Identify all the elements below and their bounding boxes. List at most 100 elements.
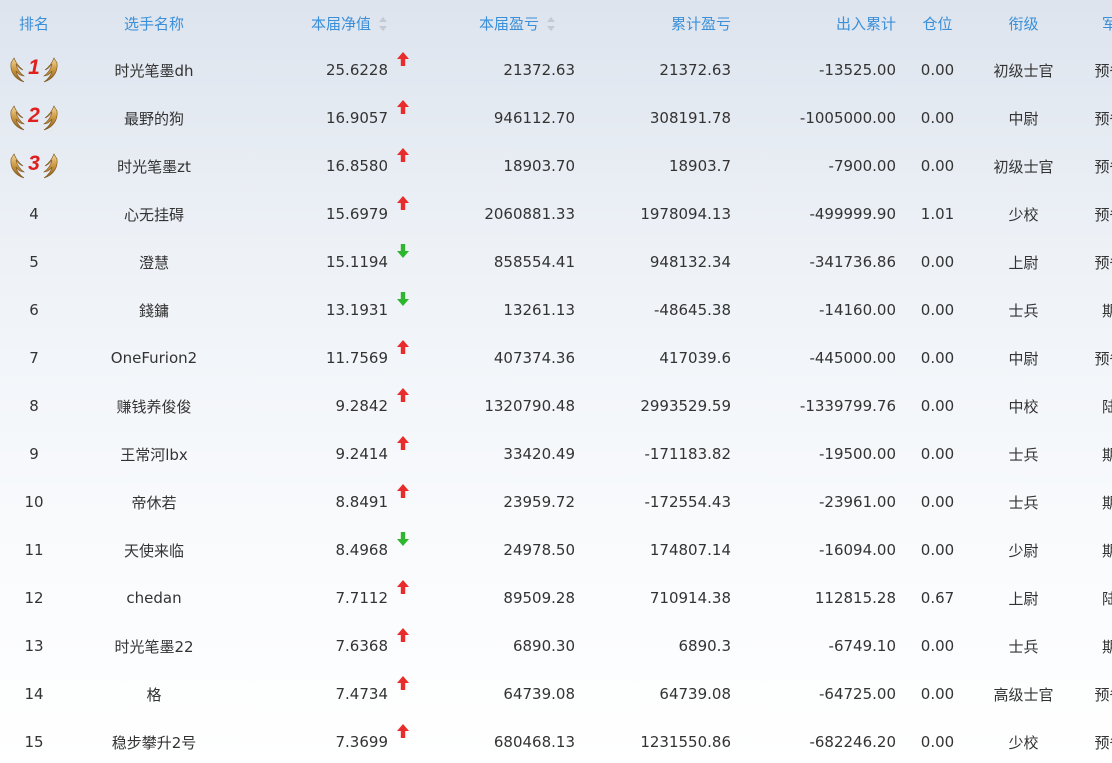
branch-cell: 期权	[1101, 445, 1112, 464]
up-arrow-icon	[397, 676, 409, 690]
table-row[interactable]: 14 格 7.4734 64739.08 64739.08 -64725.00 0.00 高级…	[0, 670, 1112, 718]
table-row[interactable]: 15 稳步攀升2号 7.3699 680468.13 1231550.86 -682246…	[0, 718, 1112, 763]
branch-cell: 期权	[1101, 493, 1112, 512]
cumulative-cell: -172554.43	[644, 493, 731, 511]
table-row[interactable]: 7 OneFurion2 11.7569 407374.36 417039.6 -4450…	[0, 334, 1112, 382]
table-row[interactable]: 10 帝休若 8.8491 23959.72 -172554.43 -23961.00 0.…	[0, 478, 1112, 526]
nav-value: 7.3699	[335, 733, 389, 751]
player-name[interactable]: 心无挂碍	[68, 190, 240, 238]
nav-value: 9.2414	[335, 445, 389, 463]
table-row[interactable]: 9 王常河lbx 9.2414 33420.49 -171183.82 -19500.00…	[0, 430, 1112, 478]
up-arrow-icon	[397, 724, 409, 738]
nav-value: 7.4734	[335, 685, 389, 703]
player-name[interactable]: 时光笔墨dh	[68, 46, 240, 94]
position-cell: 0.00	[920, 349, 955, 367]
title-cell: 上尉	[1008, 253, 1039, 272]
pnl-cell: 33420.49	[503, 445, 575, 463]
nav-cell: 16.9057	[240, 94, 410, 142]
rank-cell: 2	[0, 94, 68, 142]
nav-value-wrap: 9.2414	[335, 436, 409, 463]
rank-number: 3	[28, 152, 40, 175]
table-row[interactable]: 3 时光笔墨zt 16.8580 18903.70 18903.7 -7900.00 0.0…	[0, 142, 1112, 190]
player-name[interactable]: 帝休若	[68, 478, 240, 526]
table-header-row: 排名 选手名称 本届净值 本届盈亏 累计盈亏 出入累计 仓位 衔级 军种	[0, 0, 1112, 46]
player-name[interactable]: 天使来临	[68, 526, 240, 574]
up-arrow-icon	[397, 388, 409, 402]
rank-number: 1	[28, 56, 40, 79]
nav-value: 25.6228	[325, 61, 388, 79]
flow-cell: -19500.00	[819, 445, 896, 463]
pnl-cell: 407374.36	[493, 349, 575, 367]
nav-cell: 9.2842	[240, 382, 410, 430]
cumulative-cell: 174807.14	[649, 541, 731, 559]
nav-cell: 13.1931	[240, 286, 410, 334]
header-pnl-sortable[interactable]: 本届盈亏	[410, 0, 578, 46]
header-rank: 排名	[18, 14, 49, 33]
sort-icon[interactable]	[547, 17, 556, 31]
branch-cell: 期权	[1101, 301, 1112, 320]
flow-cell: -7900.00	[828, 157, 896, 175]
title-cell: 上尉	[1008, 589, 1039, 608]
pnl-cell: 13261.13	[503, 301, 575, 319]
player-name[interactable]: 王常河lbx	[68, 430, 240, 478]
table-row[interactable]: 6 錢鏞 13.1931 13261.13 -48645.38 -14160.00 0.00…	[0, 286, 1112, 334]
nav-value-wrap: 16.9057	[326, 100, 409, 127]
title-cell: 高级士官	[993, 685, 1054, 704]
position-cell: 0.00	[920, 493, 955, 511]
nav-value: 8.8491	[335, 493, 389, 511]
flow-cell: -23961.00	[819, 493, 896, 511]
flow-cell: -341736.86	[809, 253, 896, 271]
rank-cell: 13	[24, 637, 44, 655]
player-name[interactable]: OneFurion2	[68, 334, 240, 382]
branch-cell: 预备役	[1094, 733, 1112, 752]
rank-cell: 3	[0, 142, 68, 190]
position-cell: 1.01	[920, 205, 955, 223]
flow-cell: -445000.00	[809, 349, 896, 367]
up-arrow-icon	[397, 484, 409, 498]
leaderboard-table: 排名 选手名称 本届净值 本届盈亏 累计盈亏 出入累计 仓位 衔级 军种 1 时光…	[0, 0, 1112, 763]
sort-icon[interactable]	[379, 17, 388, 31]
table-row[interactable]: 13 时光笔墨22 7.6368 6890.30 6890.3 -6749.10 0.00 士…	[0, 622, 1112, 670]
up-arrow-icon	[397, 340, 409, 354]
rank-cell: 1	[0, 46, 68, 94]
title-cell: 少尉	[1008, 541, 1039, 560]
header-nav-sortable[interactable]: 本届净值	[240, 0, 410, 46]
player-name[interactable]: chedan	[68, 574, 240, 622]
position-cell: 0.00	[920, 637, 955, 655]
player-name[interactable]: 最野的狗	[68, 94, 240, 142]
player-name[interactable]: 时光笔墨22	[68, 622, 240, 670]
flow-cell: -16094.00	[819, 541, 896, 559]
player-name[interactable]: 赚钱养俊俊	[68, 382, 240, 430]
player-name[interactable]: 格	[68, 670, 240, 718]
header-name: 选手名称	[123, 14, 184, 33]
rank-cell: 10	[24, 493, 44, 511]
branch-cell: 预备役	[1094, 685, 1112, 704]
table-row[interactable]: 8 赚钱养俊俊 9.2842 1320790.48 2993529.59 -1339799…	[0, 382, 1112, 430]
cumulative-cell: 64739.08	[659, 685, 731, 703]
player-name[interactable]: 稳步攀升2号	[68, 718, 240, 763]
rank-cell: 8	[29, 397, 39, 415]
branch-cell: 预备役	[1094, 349, 1112, 368]
table-row[interactable]: 11 天使来临 8.4968 24978.50 174807.14 -16094.00 0.…	[0, 526, 1112, 574]
cumulative-cell: 18903.7	[668, 157, 731, 175]
cumulative-cell: 948132.34	[649, 253, 731, 271]
nav-value-wrap: 9.2842	[336, 388, 409, 415]
table-row[interactable]: 12 chedan 7.7112 89509.28 710914.38 112815.28…	[0, 574, 1112, 622]
table-row[interactable]: 1 时光笔墨dh 25.6228 21372.63 21372.63 -13525.00 0…	[0, 46, 1112, 94]
rank-cell: 14	[24, 685, 44, 703]
up-arrow-icon	[397, 628, 409, 642]
player-name[interactable]: 錢鏞	[68, 286, 240, 334]
position-cell: 0.00	[920, 541, 955, 559]
player-name[interactable]: 时光笔墨zt	[68, 142, 240, 190]
rank-cell: 9	[29, 445, 39, 463]
table-row[interactable]: 4 心无挂碍 15.6979 2060881.33 1978094.13 -499999.…	[0, 190, 1112, 238]
nav-value-wrap: 15.6979	[326, 196, 409, 223]
nav-cell: 11.7569	[240, 334, 410, 382]
rank-cell: 4	[29, 205, 39, 223]
pnl-cell: 1320790.48	[484, 397, 575, 415]
player-name[interactable]: 澄慧	[68, 238, 240, 286]
pnl-cell: 24978.50	[503, 541, 575, 559]
table-row[interactable]: 2 最野的狗 16.9057 946112.70 308191.78 -1005000.0…	[0, 94, 1112, 142]
table-row[interactable]: 5 澄慧 15.1194 858554.41 948132.34 -341736.86 0.…	[0, 238, 1112, 286]
position-cell: 0.00	[920, 685, 955, 703]
